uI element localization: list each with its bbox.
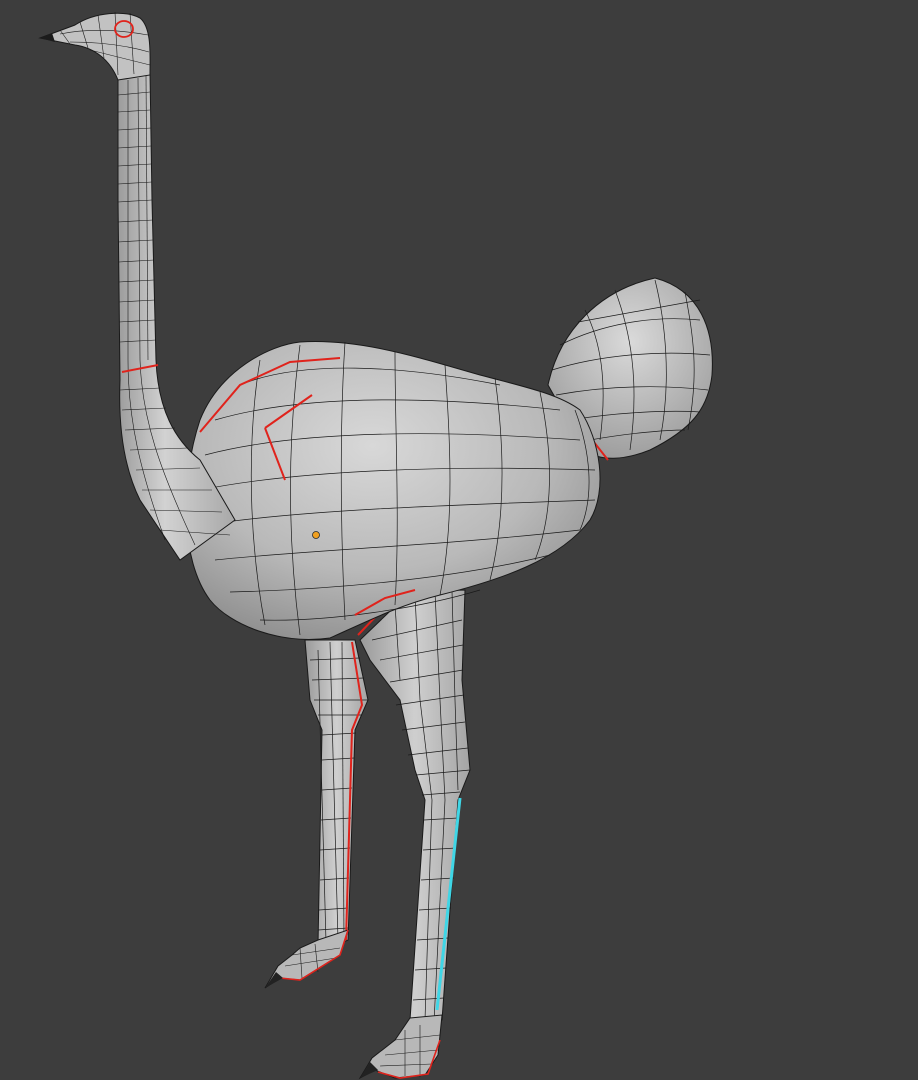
3d-viewport[interactable] [0, 0, 918, 1080]
left-leg[interactable] [264, 639, 369, 989]
body[interactable] [185, 341, 601, 640]
ostrich-mesh[interactable] [0, 0, 918, 1080]
origin-point[interactable] [312, 531, 320, 539]
right-leg[interactable] [357, 589, 471, 1080]
head[interactable] [38, 11, 151, 81]
